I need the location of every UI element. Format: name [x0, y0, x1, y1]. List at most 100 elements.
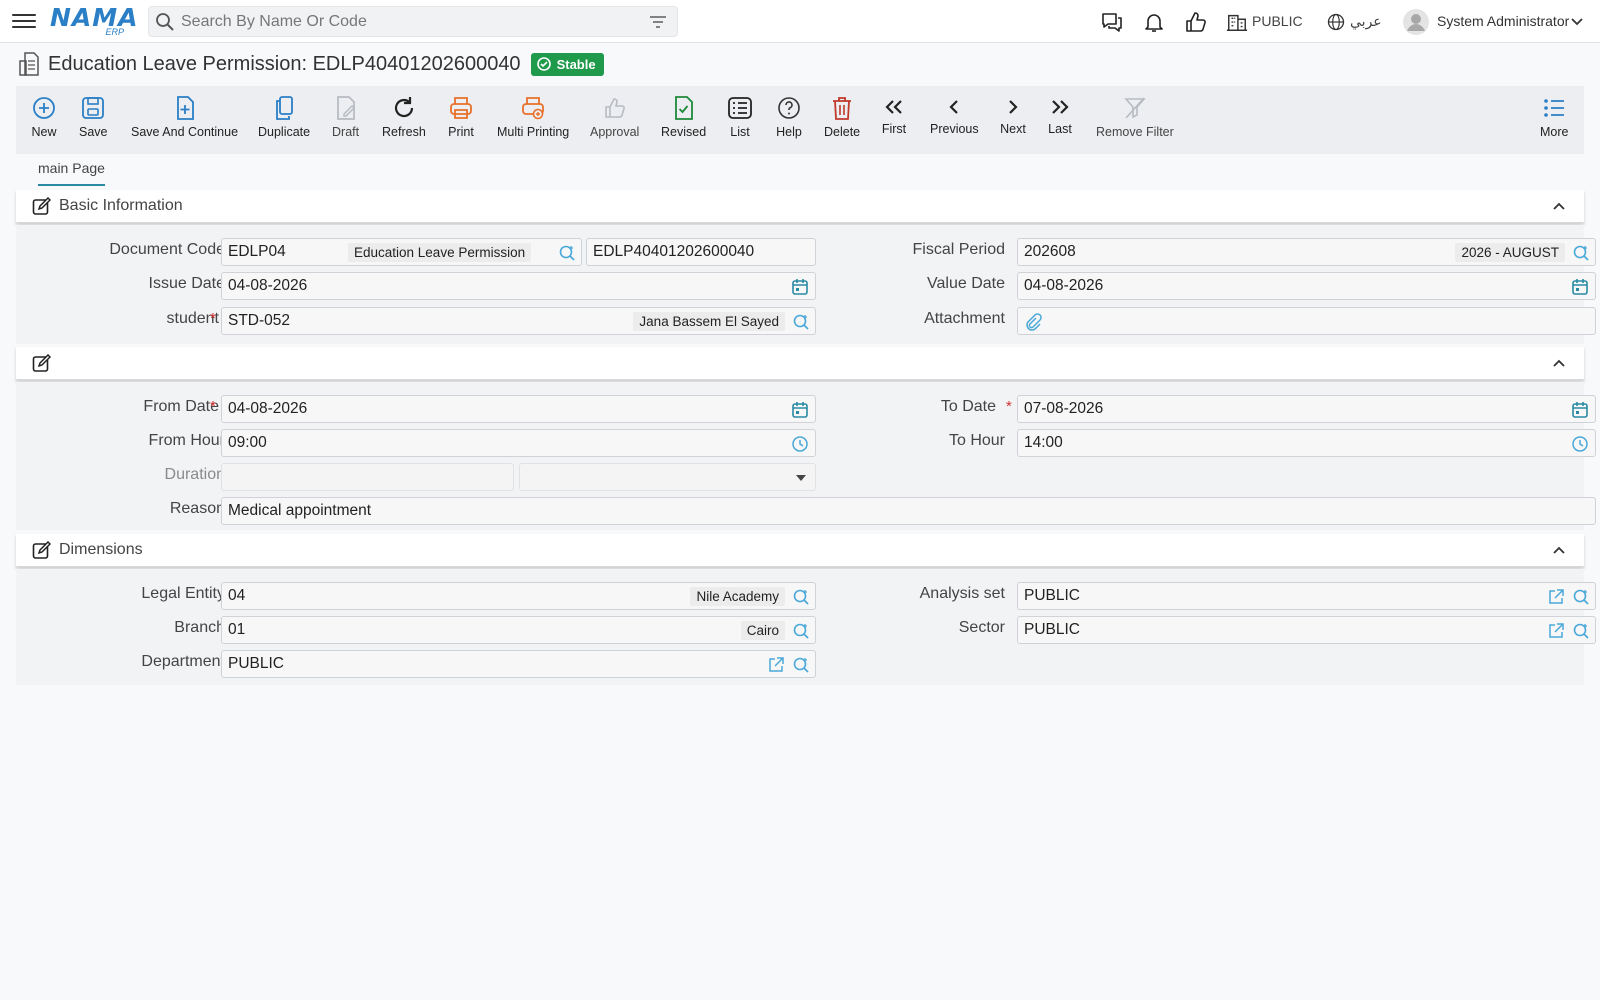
last-button[interactable]: Last: [1047, 94, 1073, 136]
remove-filter-button[interactable]: Remove Filter: [1096, 94, 1174, 139]
reason-label: Reason: [169, 500, 225, 517]
section-details[interactable]: [16, 347, 1584, 380]
refresh-icon: [394, 97, 413, 118]
reason-field[interactable]: Medical appointment: [221, 497, 1596, 525]
chat-icon[interactable]: [1100, 10, 1124, 34]
user-name[interactable]: System Administrator: [1437, 13, 1569, 29]
refresh-button[interactable]: Refresh: [382, 94, 426, 139]
first-button[interactable]: First: [881, 94, 907, 136]
external-link-icon[interactable]: [767, 656, 785, 674]
thumbs-up-icon: [604, 98, 625, 118]
external-link-icon[interactable]: [1547, 588, 1565, 606]
new-button[interactable]: New: [31, 94, 57, 139]
logo[interactable]: NAMA ERP: [50, 4, 138, 38]
duplicate-button[interactable]: Duplicate: [258, 94, 310, 139]
previous-button[interactable]: Previous: [930, 94, 979, 136]
external-link-icon[interactable]: [1547, 622, 1565, 640]
save-label: Save: [79, 125, 108, 139]
lookup-search-icon[interactable]: [792, 656, 810, 674]
multi-printing-button[interactable]: Multi Printing: [497, 94, 569, 139]
analysis-set-value: PUBLIC: [1024, 587, 1080, 604]
from-date-label: From Date: [143, 398, 219, 415]
lookup-search-icon[interactable]: [1572, 588, 1590, 606]
department-field[interactable]: PUBLIC: [221, 650, 816, 678]
lookup-search-icon[interactable]: [792, 622, 810, 640]
menu-icon[interactable]: [12, 10, 36, 32]
file-check-icon: [674, 96, 693, 120]
filter-icon[interactable]: [649, 14, 667, 30]
duration-field[interactable]: [221, 463, 514, 491]
branch-selector[interactable]: PUBLIC: [1252, 13, 1303, 29]
legal-entity-field[interactable]: 04 Nile Academy: [221, 582, 816, 610]
section-basic-information[interactable]: Basic Information: [16, 190, 1584, 223]
lookup-search-icon[interactable]: [792, 313, 810, 331]
document-type-desc: Education Leave Permission: [348, 243, 532, 262]
draft-button[interactable]: Draft: [332, 94, 359, 139]
chevron-up-icon[interactable]: [1552, 356, 1566, 370]
first-label: First: [881, 122, 907, 136]
list-button[interactable]: List: [727, 94, 753, 139]
approval-button[interactable]: Approval: [590, 94, 639, 139]
calendar-icon[interactable]: [791, 278, 809, 296]
from-date-field[interactable]: 04-08-2026: [221, 395, 816, 423]
tab-main-page[interactable]: main Page: [38, 160, 105, 186]
caret-down-icon: [796, 475, 806, 481]
details-body: From Date * 04-08-2026 To Date * 07-08-2…: [16, 382, 1596, 530]
language-toggle[interactable]: عربي: [1350, 13, 1382, 30]
reason-value: Medical appointment: [228, 502, 372, 519]
calendar-icon[interactable]: [1571, 401, 1589, 419]
save-and-continue-button[interactable]: Save And Continue: [131, 94, 238, 139]
to-hour-field[interactable]: 14:00: [1017, 429, 1596, 457]
lookup-search-icon[interactable]: [1572, 244, 1590, 262]
legal-entity-value: 04: [228, 587, 246, 604]
value-date-field[interactable]: 04-08-2026: [1017, 272, 1596, 300]
to-date-field[interactable]: 07-08-2026: [1017, 395, 1596, 423]
help-button[interactable]: Help: [776, 94, 802, 139]
to-hour-value: 14:00: [1024, 434, 1063, 451]
dimensions-body: Legal Entity 04 Nile Academy Analysis se…: [16, 569, 1596, 685]
calendar-icon[interactable]: [791, 401, 809, 419]
list-icon: [728, 97, 752, 119]
search-box: [148, 6, 678, 37]
attachment-label: Attachment: [924, 310, 1005, 327]
lookup-search-icon[interactable]: [1572, 622, 1590, 640]
bell-icon[interactable]: [1142, 10, 1166, 34]
issue-date-field[interactable]: 04-08-2026: [221, 272, 816, 300]
duration-unit-select[interactable]: [519, 463, 816, 491]
attachment-field[interactable]: [1017, 307, 1596, 335]
student-field[interactable]: STD-052 Jana Bassem El Sayed: [221, 307, 816, 335]
clock-icon[interactable]: [791, 435, 809, 453]
delete-button[interactable]: Delete: [824, 94, 860, 139]
from-hour-field[interactable]: 09:00: [221, 429, 816, 457]
next-button[interactable]: Next: [1000, 94, 1026, 136]
analysis-set-field[interactable]: PUBLIC: [1017, 582, 1596, 610]
print-button[interactable]: Print: [448, 94, 474, 139]
globe-icon[interactable]: [1326, 10, 1346, 34]
revised-button[interactable]: Revised: [661, 94, 706, 139]
lookup-search-icon[interactable]: [792, 588, 810, 606]
save-button[interactable]: Save: [79, 94, 108, 139]
required-mark: *: [210, 310, 216, 327]
sector-field[interactable]: PUBLIC: [1017, 616, 1596, 644]
document-number-field[interactable]: EDLP40401202600040: [586, 238, 816, 266]
lookup-search-icon[interactable]: [558, 244, 576, 262]
clock-icon[interactable]: [1571, 435, 1589, 453]
avatar-icon[interactable]: [1402, 8, 1430, 36]
thumbs-up-icon[interactable]: [1184, 10, 1208, 34]
logo-sub: ERP: [105, 27, 124, 37]
chevron-up-icon[interactable]: [1552, 199, 1566, 213]
document-code-field[interactable]: EDLP04 Education Leave Permission: [221, 238, 582, 266]
calendar-icon[interactable]: [1571, 278, 1589, 296]
document-code-value: EDLP04: [228, 243, 286, 260]
chevron-up-icon[interactable]: [1552, 543, 1566, 557]
branch-field[interactable]: 01 Cairo: [221, 616, 816, 644]
chevron-down-icon[interactable]: [1570, 15, 1584, 29]
section-dimensions[interactable]: Dimensions: [16, 534, 1584, 567]
fiscal-period-field[interactable]: 202608 2026 - AUGUST: [1017, 238, 1596, 266]
print-label: Print: [448, 125, 474, 139]
help-icon: [778, 97, 800, 119]
analysis-set-label: Analysis set: [919, 585, 1005, 602]
paperclip-icon[interactable]: [1024, 313, 1042, 331]
search-input[interactable]: [181, 12, 641, 31]
more-button[interactable]: More: [1540, 94, 1568, 139]
